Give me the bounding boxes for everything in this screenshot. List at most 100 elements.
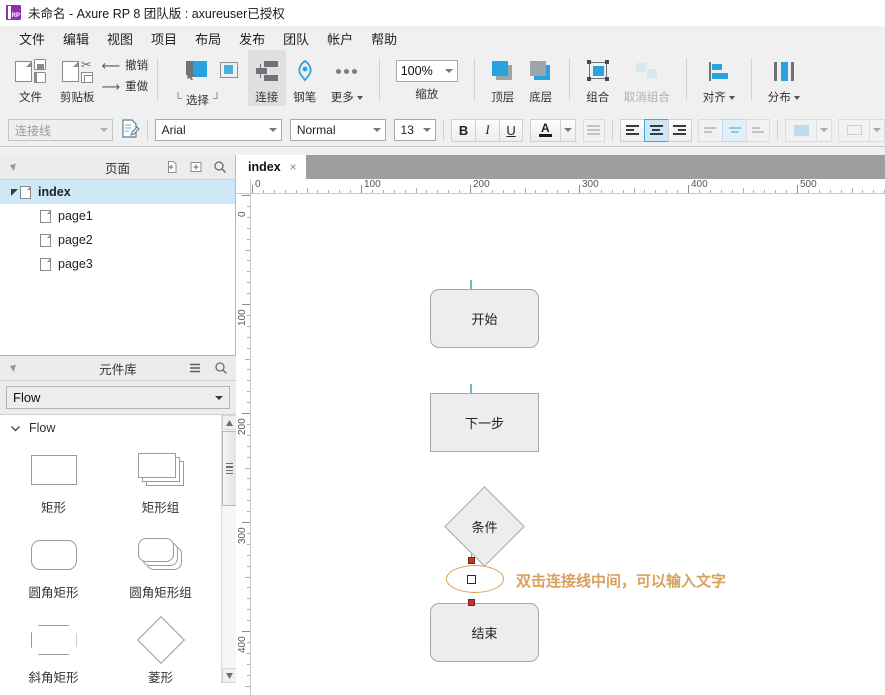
flow-node-next[interactable]: 下一步 — [430, 393, 539, 452]
clipboard-toolbar-button[interactable]: ✂ 剪贴板 — [53, 50, 102, 106]
page-row-page3[interactable]: page3 — [0, 252, 235, 276]
line-spacing-icon — [587, 125, 600, 134]
font-weight-select[interactable]: Normal — [290, 119, 386, 141]
page-row-index[interactable]: index — [0, 180, 235, 204]
group-label: 组合 — [586, 89, 609, 105]
design-canvas[interactable]: 开始 下一步 条件 结束 双击连接线中间，可以输入文字 — [251, 194, 885, 695]
font-color-swatch — [539, 134, 552, 137]
zoom-select[interactable]: 100% — [396, 60, 458, 82]
undo-button[interactable]: ⟵ 撤销 — [102, 57, 149, 73]
ruler-h-major-tick — [361, 185, 362, 194]
page-row-page2[interactable]: page2 — [0, 228, 235, 252]
page-label-index: index — [38, 185, 71, 199]
zoom-control[interactable]: 100% 缩放 — [389, 50, 465, 103]
ruler-v-label: 100 — [237, 309, 248, 326]
flow-node-start-label: 开始 — [471, 309, 497, 328]
flow-node-end[interactable]: 结束 — [430, 603, 539, 662]
bold-button[interactable]: B — [451, 119, 475, 142]
scroll-up-arrow-icon[interactable] — [222, 415, 236, 430]
menu-file[interactable]: 文件 — [10, 27, 54, 50]
file-toolbar-button[interactable]: 文件 — [8, 50, 53, 106]
library-item-rect[interactable]: 矩形 — [0, 441, 107, 526]
bring-to-front-label: 顶层 — [491, 89, 514, 105]
font-size-value: 13 — [401, 123, 414, 137]
menu-edit[interactable]: 编辑 — [54, 27, 98, 50]
collapse-panel-icon[interactable] — [6, 158, 24, 176]
select-icon — [185, 56, 209, 86]
library-item-rect-group[interactable]: 矩形组 — [107, 441, 214, 526]
library-group-header[interactable]: Flow — [0, 415, 236, 439]
library-menu-icon[interactable] — [186, 359, 204, 377]
library-item-round-rect[interactable]: 圆角矩形 — [0, 526, 107, 611]
library-item-octagon[interactable]: 斜角矩形 — [0, 611, 107, 683]
widget-style-select[interactable]: 连接线 — [8, 119, 113, 141]
library-item-diamond[interactable]: 菱形 — [107, 611, 214, 683]
library-select[interactable]: Flow — [6, 386, 230, 409]
scroll-down-arrow-icon[interactable] — [222, 668, 236, 683]
fill-color-chevron-down-icon — [820, 128, 828, 132]
style-editor-button[interactable] — [121, 119, 140, 142]
pen-glyph — [294, 59, 316, 83]
align-left-button[interactable] — [620, 119, 644, 142]
redo-button[interactable]: ⟶ 重做 — [102, 78, 149, 94]
close-icon[interactable]: × — [290, 160, 297, 174]
marquee-tool-button[interactable] — [210, 50, 248, 102]
flow-node-condition[interactable]: 条件 — [430, 497, 539, 556]
add-folder-icon[interactable] — [187, 158, 205, 176]
connect-tool-button[interactable]: 连接 — [248, 50, 286, 106]
font-family-select[interactable]: Arial — [155, 119, 283, 141]
clipboard-toolbar-label: 剪贴板 — [60, 89, 95, 105]
font-color-dropdown[interactable] — [561, 119, 576, 142]
align-center-icon — [650, 125, 663, 134]
menu-help[interactable]: 帮助 — [362, 27, 406, 50]
pen-tool-button[interactable]: 钢笔 — [286, 50, 324, 106]
add-page-icon[interactable] — [163, 158, 181, 176]
toolbar-divider-5 — [686, 58, 687, 100]
font-size-select[interactable]: 13 — [394, 119, 437, 141]
align-right-button[interactable] — [668, 119, 692, 142]
tree-expand-icon[interactable] — [8, 188, 20, 197]
group-button[interactable]: 组合 — [579, 50, 617, 106]
library-item-round-rect-group[interactable]: 圆角矩形组 — [107, 526, 214, 611]
main-toolbar: 文件 ✂ 剪贴板 ⟵ 撤销 ⟶ 重做 — [0, 50, 885, 114]
search-icon[interactable] — [211, 158, 229, 176]
distribute-button[interactable]: 分布 — [761, 50, 807, 106]
collapse-library-icon[interactable] — [6, 359, 24, 377]
font-color-button[interactable]: A — [530, 119, 562, 142]
ruler-v-major-tick — [242, 631, 251, 632]
menu-account[interactable]: 帐户 — [318, 27, 362, 50]
menu-team[interactable]: 团队 — [274, 27, 318, 50]
menu-publish[interactable]: 发布 — [230, 27, 274, 50]
font-weight-value: Normal — [297, 123, 336, 137]
library-vertical-scrollbar[interactable] — [221, 415, 236, 683]
menu-view[interactable]: 视图 — [98, 27, 142, 50]
flow-node-start[interactable]: 开始 — [430, 289, 539, 348]
tab-index[interactable]: index × — [236, 155, 306, 179]
valign-middle-button[interactable] — [722, 119, 746, 142]
connector-endpoint-bottom[interactable] — [468, 599, 475, 606]
menu-project[interactable]: 项目 — [142, 27, 186, 50]
annotation-text: 双击连接线中间，可以输入文字 — [516, 570, 726, 591]
format-divider-4 — [777, 120, 778, 140]
rect-shape-icon — [24, 451, 84, 489]
ruler-h-label: 300 — [582, 179, 599, 190]
more-tools-button[interactable]: 更多 — [324, 50, 370, 106]
align-button[interactable]: 对齐 — [696, 50, 742, 106]
page-row-page1[interactable]: page1 — [0, 204, 235, 228]
align-center-button[interactable] — [644, 119, 668, 142]
ruler-v-major-tick — [242, 195, 251, 196]
underline-button[interactable]: U — [499, 119, 523, 142]
marquee-tool-label — [227, 89, 230, 101]
bring-to-front-button[interactable]: 顶层 — [484, 50, 522, 106]
menu-layout[interactable]: 布局 — [186, 27, 230, 50]
ruler-v-label: 300 — [237, 527, 248, 544]
connect-icon — [255, 56, 279, 86]
scrollbar-thumb[interactable] — [222, 431, 236, 506]
send-to-back-button[interactable]: 底层 — [522, 50, 560, 106]
marquee-icon — [217, 56, 241, 86]
pen-icon — [294, 56, 316, 86]
library-search-icon[interactable] — [212, 359, 230, 377]
undo-redo-group: ⟵ 撤销 ⟶ 重做 — [102, 50, 149, 94]
italic-button[interactable]: I — [475, 119, 499, 142]
connector-endpoint-top[interactable] — [468, 557, 475, 564]
